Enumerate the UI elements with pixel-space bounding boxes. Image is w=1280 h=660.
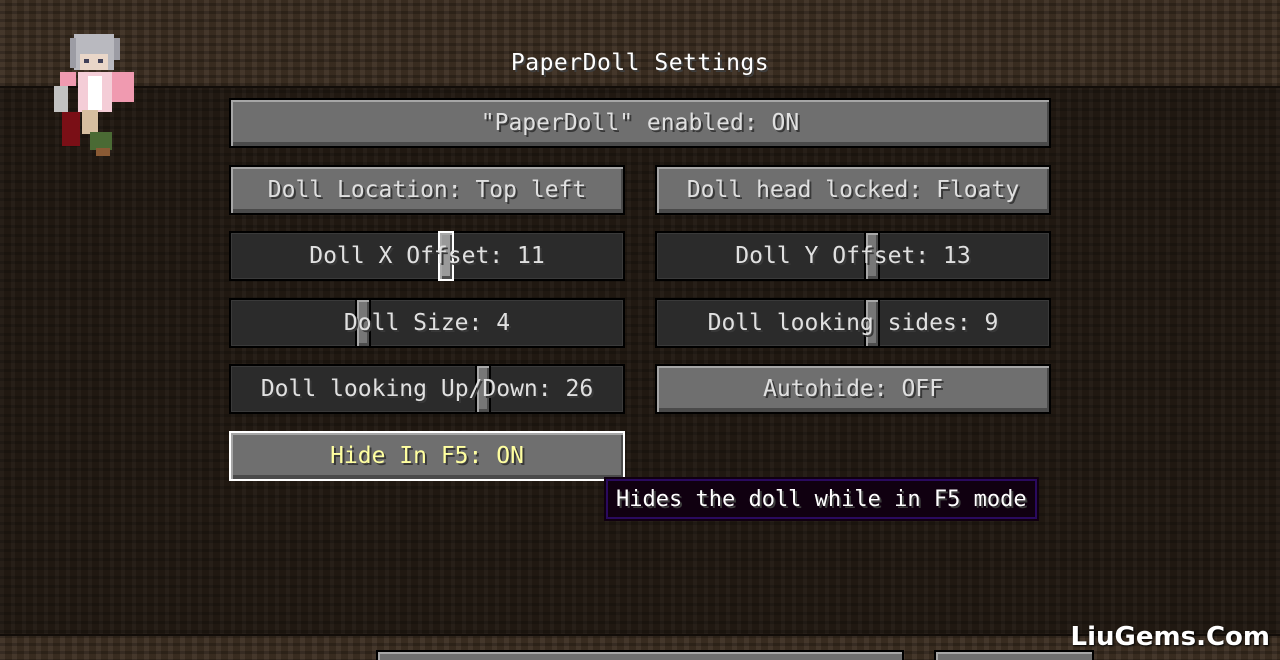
screen-title: PaperDoll Settings: [510, 50, 770, 76]
slider-label: Doll X Offset: 11: [309, 243, 545, 269]
tooltip: Hides the doll while in F5 mode: [604, 477, 1039, 521]
doll-looking-updown-slider[interactable]: Doll looking Up/Down: 26: [229, 364, 625, 414]
autohide-button[interactable]: Autohide: OFF: [655, 364, 1051, 414]
doll-head-locked-button[interactable]: Doll head locked: Floaty: [655, 165, 1051, 215]
doll-y-offset-slider[interactable]: Doll Y Offset: 13: [655, 231, 1051, 281]
hide-in-f5-button[interactable]: Hide In F5: ON: [229, 431, 625, 481]
doll-looking-sides-slider[interactable]: Doll looking sides: 9: [655, 298, 1051, 348]
slider-label: Doll looking sides: 9: [707, 310, 999, 336]
doll-size-slider[interactable]: Doll Size: 4: [229, 298, 625, 348]
watermark: LiuGems.Com: [1070, 622, 1270, 652]
settings-screen: PaperDoll Settings "PaperDoll" enabled: …: [0, 0, 1280, 660]
slider-label: Doll looking Up/Down: 26: [260, 376, 594, 402]
doll-location-button[interactable]: Doll Location: Top left: [229, 165, 625, 215]
toggle-enabled-button[interactable]: "PaperDoll" enabled: ON: [229, 98, 1051, 148]
doll-x-offset-slider[interactable]: Doll X Offset: 11: [229, 231, 625, 281]
slider-label: Doll Size: 4: [343, 310, 511, 336]
slider-label: Doll Y Offset: 13: [735, 243, 971, 269]
done-button[interactable]: [376, 650, 904, 660]
